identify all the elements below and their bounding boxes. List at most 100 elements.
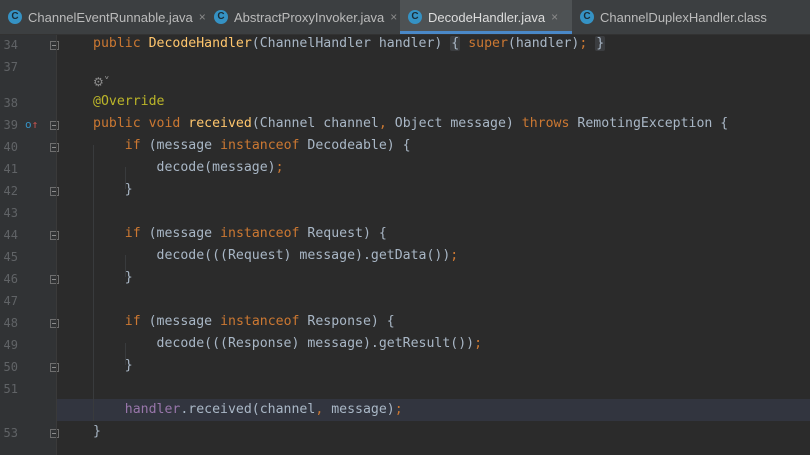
code-token: Decodeable) { — [307, 138, 411, 153]
tab-decodehandler-java[interactable]: C DecodeHandler.java × — [400, 0, 572, 34]
code-token: if — [124, 226, 149, 241]
code-token: DecodeHandler — [148, 36, 252, 51]
code-token: decode(((Response) message).getResult()) — [93, 336, 475, 351]
fold-marker-icon[interactable] — [50, 429, 59, 438]
code-token: (handler) — [507, 36, 580, 51]
code-token: decode(((Request) message).getData()) — [93, 248, 451, 263]
code-line: } — [93, 267, 133, 289]
code-token: } — [93, 270, 133, 285]
code-line: } — [93, 355, 133, 377]
code-token: if — [124, 138, 149, 153]
fold-marker-icon[interactable] — [50, 187, 59, 196]
tab-label: AbstractProxyInvoker.java — [234, 9, 385, 25]
code-token: public — [93, 36, 149, 51]
fold-marker-icon[interactable] — [50, 363, 59, 372]
tab-label: DecodeHandler.java — [428, 9, 546, 25]
editor-tab-bar: C ChannelEventRunnable.java × C AbstractProx… — [0, 0, 810, 35]
code-token: void — [148, 116, 189, 131]
line-number: 41 — [3, 162, 18, 176]
code-token: handler — [124, 402, 181, 417]
code-line: } — [93, 179, 133, 201]
code-token: Object message) — [386, 116, 522, 131]
code-token: super — [468, 36, 508, 51]
code-token: (message — [148, 226, 221, 241]
line-number: 37 — [3, 60, 18, 74]
line-number: 50 — [3, 360, 18, 374]
code-token: (message — [148, 138, 221, 153]
code-token: throws — [521, 116, 578, 131]
close-icon[interactable]: × — [551, 10, 558, 24]
line-number: 53 — [3, 426, 18, 440]
code-token: if — [124, 314, 149, 329]
override-method-icon[interactable]: o↑ — [25, 119, 38, 131]
tab-label: ChannelDuplexHandler.class — [600, 9, 767, 25]
fold-marker-icon[interactable] — [50, 275, 59, 284]
code-token: instanceof — [220, 138, 308, 153]
fold-marker-icon[interactable] — [50, 41, 59, 50]
code-line: } — [93, 421, 101, 443]
line-number: 44 — [3, 228, 18, 242]
code-token: instanceof — [220, 314, 308, 329]
tab-channelduplexhandler-class[interactable]: C ChannelDuplexHandler.class — [572, 0, 810, 34]
code-token: ; — [394, 402, 403, 417]
tab-abstractproxyinvoker-java[interactable]: C AbstractProxyInvoker.java × — [206, 0, 400, 34]
line-number: 34 — [3, 38, 18, 52]
line-number-gutter: 343738394041424344454647484950515253 — [0, 35, 59, 455]
code-token: .received(channel — [180, 402, 316, 417]
code-token: { — [450, 36, 461, 51]
line-number: 38 — [3, 96, 18, 110]
class-file-icon: C — [8, 10, 22, 24]
line-number: 48 — [3, 316, 18, 330]
code-line: handler.received(channel, message); — [93, 399, 403, 421]
code-token: , — [378, 116, 387, 131]
code-line: public DecodeHandler(ChannelHandler hand… — [93, 33, 606, 55]
line-number: 43 — [3, 206, 18, 220]
current-line-gutter-highlight — [0, 399, 56, 421]
code-token: (ChannelHandler handler) — [251, 36, 451, 51]
code-vision-hint[interactable]: ⚙˅ — [93, 75, 110, 89]
code-token: received — [188, 116, 252, 131]
class-file-icon: C — [214, 10, 228, 24]
close-icon[interactable]: × — [390, 10, 397, 24]
line-number: 42 — [3, 184, 18, 198]
close-icon[interactable]: × — [199, 10, 206, 24]
fold-marker-icon[interactable] — [50, 231, 59, 240]
class-file-icon: C — [408, 10, 422, 24]
line-number: 40 — [3, 140, 18, 154]
tab-label: ChannelEventRunnable.java — [28, 9, 193, 25]
code-line: decode(((Response) message).getResult())… — [93, 333, 483, 355]
line-number: 47 — [3, 294, 18, 308]
line-number: 45 — [3, 250, 18, 264]
code-line: if (message instanceof Decodeable) { — [93, 135, 411, 157]
code-token: ; — [474, 336, 483, 351]
gutter-separator — [56, 35, 57, 455]
code-line: public void received(Channel channel, Ob… — [93, 113, 728, 135]
code-line: if (message instanceof Response) { — [93, 311, 395, 333]
code-token: ; — [450, 248, 459, 263]
code-editor[interactable]: 343738394041424344454647484950515253 ⚙˅ … — [0, 35, 810, 455]
code-token: @Override — [93, 94, 165, 109]
code-token: decode(message) — [93, 160, 276, 175]
tab-channeleventrunnable-java[interactable]: C ChannelEventRunnable.java × — [0, 0, 206, 34]
code-line: decode(((Request) message).getData()); — [93, 245, 459, 267]
fold-marker-icon[interactable] — [50, 121, 59, 130]
code-token: } — [93, 424, 101, 439]
line-number: 51 — [3, 382, 18, 396]
fold-marker-icon[interactable] — [50, 319, 59, 328]
fold-marker-icon[interactable] — [50, 143, 59, 152]
code-token: RemotingException { — [577, 116, 729, 131]
code-token: Request) { — [307, 226, 387, 241]
code-token: Response) { — [307, 314, 395, 329]
code-line: @Override — [93, 91, 164, 113]
code-token: } — [93, 182, 133, 197]
class-file-icon: C — [580, 10, 594, 24]
code-line: decode(message); — [93, 157, 284, 179]
line-number: 49 — [3, 338, 18, 352]
code-token: (message — [148, 314, 221, 329]
line-number: 46 — [3, 272, 18, 286]
